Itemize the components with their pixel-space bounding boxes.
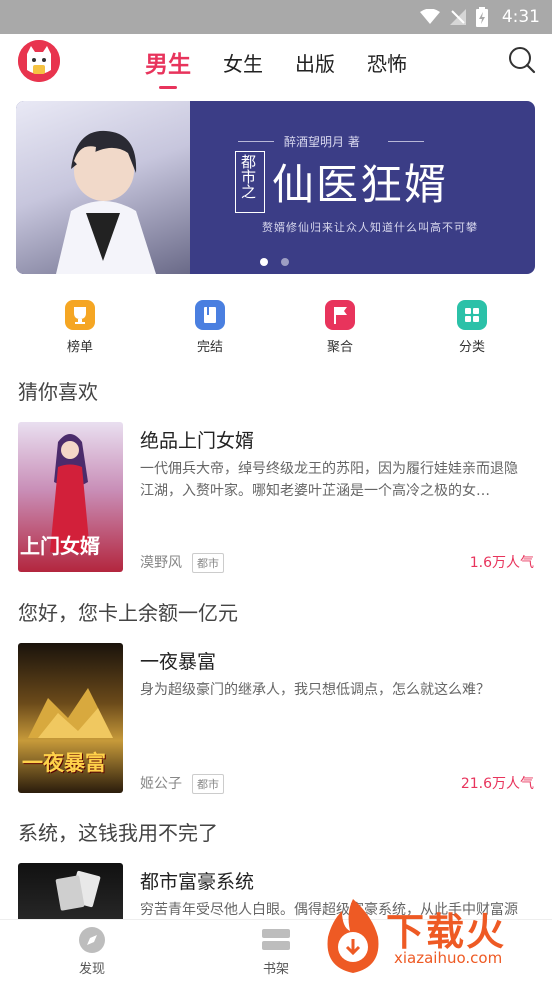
trophy-icon <box>65 300 95 330</box>
cover-title: 上门女婿 <box>20 534 100 558</box>
status-bar: 4:31 <box>0 0 552 34</box>
book-popularity: 21.6万人气 <box>460 776 534 792</box>
book-item[interactable]: 上门女婿 绝品上门女婿 一代佣兵大帝，绰号终级龙王的苏阳，因为履行娃娃亲而退隐江… <box>0 422 552 573</box>
book-description: 身为超级豪门的继承人，我只想低调点，怎么就这么难？ <box>140 682 490 698</box>
carousel-dots <box>260 258 289 266</box>
grid-icon <box>457 300 487 330</box>
section-title: 猜你喜欢 <box>18 380 98 404</box>
banner-illustration <box>16 101 190 274</box>
quick-link-finished[interactable]: 完结 <box>175 296 245 355</box>
flame-logo-icon <box>327 899 379 973</box>
cover-title: 一夜暴富 <box>22 750 106 775</box>
tab-horror[interactable]: 恐怖 <box>367 48 407 77</box>
bottom-nav-bookshelf[interactable]: 书架 <box>236 926 316 977</box>
bookshelf-icon <box>262 929 290 950</box>
tab-male[interactable]: 男生 <box>145 45 191 89</box>
clock: 4:31 <box>501 7 540 27</box>
book-tag: 都市 <box>192 774 224 794</box>
book-author: 姬公子 <box>140 776 182 792</box>
bottom-nav-label: 书架 <box>262 962 289 977</box>
book-item[interactable]: 一夜暴富 一夜暴富 身为超级豪门的继承人，我只想低调点，怎么就这么难？ 姬公子 … <box>0 643 552 794</box>
flag-icon <box>325 300 355 330</box>
quick-link-category[interactable]: 分类 <box>437 296 507 355</box>
wifi-icon <box>419 9 440 24</box>
book-tag: 都市 <box>192 553 224 573</box>
book-title: 一夜暴富 <box>140 651 217 673</box>
watermark: 下载火 xiazaihuo.com <box>318 897 548 979</box>
no-signal-icon <box>449 9 466 25</box>
book-icon <box>195 300 225 330</box>
tab-female[interactable]: 女生 <box>223 48 263 77</box>
bottom-nav-label: 发现 <box>78 962 105 977</box>
compass-icon <box>79 927 105 953</box>
banner-subtitle: 都市之 <box>239 154 257 199</box>
quick-link-ranking[interactable]: 榜单 <box>45 296 115 355</box>
status-icons: 4:31 <box>419 0 540 34</box>
section-title: 系统，这钱我用不完了 <box>18 821 218 845</box>
cat-logo-icon <box>18 40 60 82</box>
watermark-url: xiazaihuo.com <box>394 949 503 967</box>
quick-links: 榜单 完结 聚合 分类 <box>0 296 552 356</box>
book-author: 漠野风 <box>140 555 182 571</box>
book-cover[interactable]: 一夜暴富 <box>18 643 123 793</box>
book-cover[interactable]: 上门女婿 <box>18 422 123 572</box>
book-title: 绝品上门女婿 <box>140 430 255 452</box>
banner-author: 醉酒望明月 著 <box>284 135 360 149</box>
divider <box>238 141 274 142</box>
quick-link-label: 完结 <box>196 340 223 355</box>
quick-link-label: 聚合 <box>326 340 353 355</box>
book-popularity: 1.6万人气 <box>469 555 534 571</box>
divider <box>388 141 424 142</box>
book-title: 都市富豪系统 <box>140 871 255 893</box>
banner-title: 仙医狂婿 <box>272 160 449 209</box>
watermark-brand: 下载火 <box>386 910 507 954</box>
carousel-dot[interactable] <box>260 258 268 266</box>
app-logo[interactable] <box>18 40 60 82</box>
quick-link-label: 分类 <box>458 340 485 355</box>
battery-charging-icon <box>475 7 488 27</box>
category-tabs: 男生 女生 出版 恐怖 <box>145 34 407 90</box>
section-title: 您好，您卡上余额一亿元 <box>18 601 238 625</box>
book-description: 一代佣兵大帝，绰号终级龙王的苏阳，因为履行娃娃亲而退隐江湖，入赘叶家。哪知老婆叶… <box>140 461 518 499</box>
bottom-nav-discover[interactable]: 发现 <box>52 926 132 977</box>
quick-link-label: 榜单 <box>66 340 93 355</box>
promo-banner[interactable]: 醉酒望明月 著 都市之 仙医狂婿 赘婿修仙归来让众人知道什么叫高不可攀 <box>16 101 535 274</box>
banner-tagline: 赘婿修仙归来让众人知道什么叫高不可攀 <box>262 221 478 234</box>
quick-link-aggregate[interactable]: 聚合 <box>305 296 375 355</box>
banner-subtitle-seal: 都市之 <box>235 151 265 213</box>
search-icon[interactable] <box>508 46 536 74</box>
carousel-dot[interactable] <box>281 258 289 266</box>
tab-publish[interactable]: 出版 <box>295 48 335 77</box>
top-nav: 男生 女生 出版 恐怖 <box>0 34 552 90</box>
